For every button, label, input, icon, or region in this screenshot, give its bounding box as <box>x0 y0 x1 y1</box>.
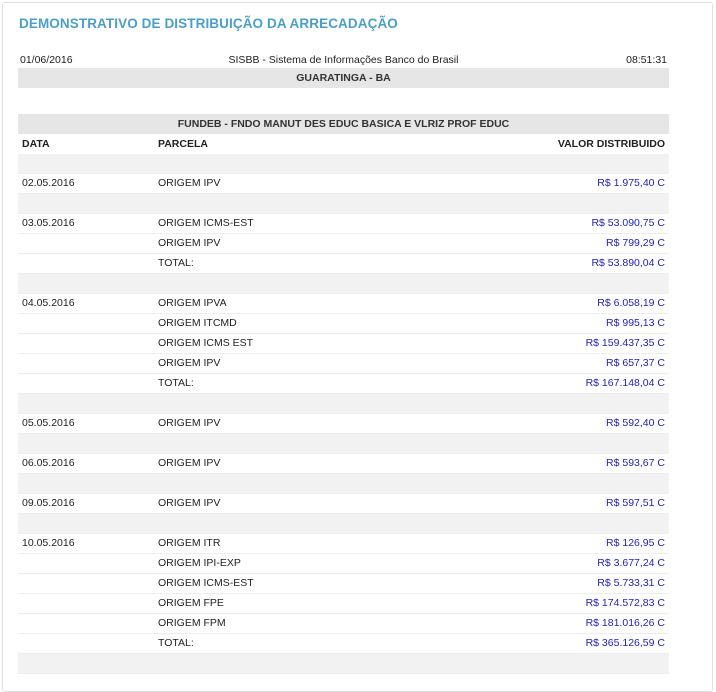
table-row: 02.05.2016 ORIGEM IPV R$ 1.975,40 C <box>18 174 669 194</box>
cell-date: 03.05.2016 <box>22 217 75 229</box>
cell-valor: R$ 181.016,26 C <box>585 617 665 629</box>
column-headers: DATA PARCELA VALOR DISTRIBUIDO <box>18 134 669 154</box>
table-row: ORIGEM FPM R$ 181.016,26 C <box>18 614 669 634</box>
cell-parcela: ORIGEM IPVA <box>158 297 227 309</box>
cell-date: 10.05.2016 <box>22 537 75 549</box>
cell-parcela: ORIGEM IPV <box>158 357 221 369</box>
cell-parcela: ORIGEM IPV <box>158 417 221 429</box>
table-row: 04.05.2016 ORIGEM IPVA R$ 6.058,19 C <box>18 294 669 314</box>
cell-valor: R$ 995,13 C <box>606 317 665 329</box>
cell-parcela: TOTAL: <box>158 637 194 649</box>
cell-valor: R$ 53.890,04 C <box>591 257 665 269</box>
cell-parcela: ORIGEM IPV <box>158 177 221 189</box>
col-header-valor: VALOR DISTRIBUIDO <box>557 138 665 150</box>
cell-valor: R$ 657,37 C <box>606 357 665 369</box>
cell-valor: R$ 1.975,40 C <box>597 177 665 189</box>
cell-valor: R$ 5.733,31 C <box>597 577 665 589</box>
table-row: 06.05.2016 ORIGEM IPV R$ 593,67 C <box>18 454 669 474</box>
cell-valor: R$ 593,67 C <box>606 457 665 469</box>
cell-parcela: TOTAL: <box>158 377 194 389</box>
location-band: GUARATINGA - BA <box>18 68 669 88</box>
cell-valor: R$ 365.126,59 C <box>585 637 665 649</box>
cell-parcela: ORIGEM ICMS-EST <box>158 577 254 589</box>
cell-parcela: ORIGEM FPM <box>158 617 226 629</box>
blank-row <box>18 274 669 294</box>
table-row: ORIGEM IPV R$ 657,37 C <box>18 354 669 374</box>
cell-parcela: ORIGEM ICMS EST <box>158 337 254 349</box>
table-row: ORIGEM IPV R$ 799,29 C <box>18 234 669 254</box>
system-name: SISBB - Sistema de Informações Banco do … <box>228 54 459 66</box>
cell-date: 05.05.2016 <box>22 417 75 429</box>
col-header-parcela: PARCELA <box>158 138 208 150</box>
table-row: ORIGEM ITCMD R$ 995,13 C <box>18 314 669 334</box>
distribution-table: 02.05.2016 ORIGEM IPV R$ 1.975,40 C 03.05.2… <box>18 154 669 674</box>
report: 01/06/2016 SISBB - Sistema de Informaçõe… <box>18 52 669 674</box>
blank-row <box>18 154 669 174</box>
cell-parcela: ORIGEM ITR <box>158 537 221 549</box>
table-row: TOTAL: R$ 167.148,04 C <box>18 374 669 394</box>
cell-date: 02.05.2016 <box>22 177 75 189</box>
cell-parcela: TOTAL: <box>158 257 194 269</box>
cell-valor: R$ 159.437,35 C <box>585 337 665 349</box>
cell-parcela: ORIGEM IPV <box>158 457 221 469</box>
cell-parcela: ORIGEM IPI-EXP <box>158 557 241 569</box>
cell-valor: R$ 174.572,83 C <box>585 597 665 609</box>
cell-parcela: ORIGEM ICMS-EST <box>158 217 254 229</box>
cell-valor: R$ 3.677,24 C <box>597 557 665 569</box>
cell-valor: R$ 53.090,75 C <box>591 217 665 229</box>
cell-parcela: ORIGEM FPE <box>158 597 224 609</box>
table-row: ORIGEM ICMS-EST R$ 5.733,31 C <box>18 574 669 594</box>
report-time: 08:51:31 <box>626 54 667 66</box>
cell-parcela: ORIGEM ITCMD <box>158 317 237 329</box>
cell-valor: R$ 592,40 C <box>606 417 665 429</box>
table-row: TOTAL: R$ 365.126,59 C <box>18 634 669 654</box>
fund-title: FUNDEB - FNDO MANUT DES EDUC BASICA E VL… <box>18 114 669 134</box>
table-row: ORIGEM ICMS EST R$ 159.437,35 C <box>18 334 669 354</box>
blank-row <box>18 654 669 674</box>
cell-valor: R$ 6.058,19 C <box>597 297 665 309</box>
cell-parcela: ORIGEM IPV <box>158 237 221 249</box>
table-row: 03.05.2016 ORIGEM ICMS-EST R$ 53.090,75 C <box>18 214 669 234</box>
table-row: 05.05.2016 ORIGEM IPV R$ 592,40 C <box>18 414 669 434</box>
table-row: TOTAL: R$ 53.890,04 C <box>18 254 669 274</box>
table-row: ORIGEM FPE R$ 174.572,83 C <box>18 594 669 614</box>
table-row: 09.05.2016 ORIGEM IPV R$ 597,51 C <box>18 494 669 514</box>
table-row: ORIGEM IPI-EXP R$ 3.677,24 C <box>18 554 669 574</box>
cell-valor: R$ 126,95 C <box>606 537 665 549</box>
cell-valor: R$ 597,51 C <box>606 497 665 509</box>
cell-date: 09.05.2016 <box>22 497 75 509</box>
blank-row <box>18 434 669 454</box>
page-title: DEMONSTRATIVO DE DISTRIBUIÇÃO DA ARRECAD… <box>19 16 398 31</box>
cell-date: 04.05.2016 <box>22 297 75 309</box>
blank-row <box>18 514 669 534</box>
blank-row <box>18 394 669 414</box>
cell-parcela: ORIGEM IPV <box>158 497 221 509</box>
report-header-line: 01/06/2016 SISBB - Sistema de Informaçõe… <box>18 52 669 68</box>
blank-row <box>18 474 669 494</box>
col-header-data: DATA <box>22 138 50 150</box>
cell-date: 06.05.2016 <box>22 457 75 469</box>
table-row: 10.05.2016 ORIGEM ITR R$ 126,95 C <box>18 534 669 554</box>
cell-valor: R$ 799,29 C <box>606 237 665 249</box>
cell-valor: R$ 167.148,04 C <box>585 377 665 389</box>
blank-row <box>18 194 669 214</box>
